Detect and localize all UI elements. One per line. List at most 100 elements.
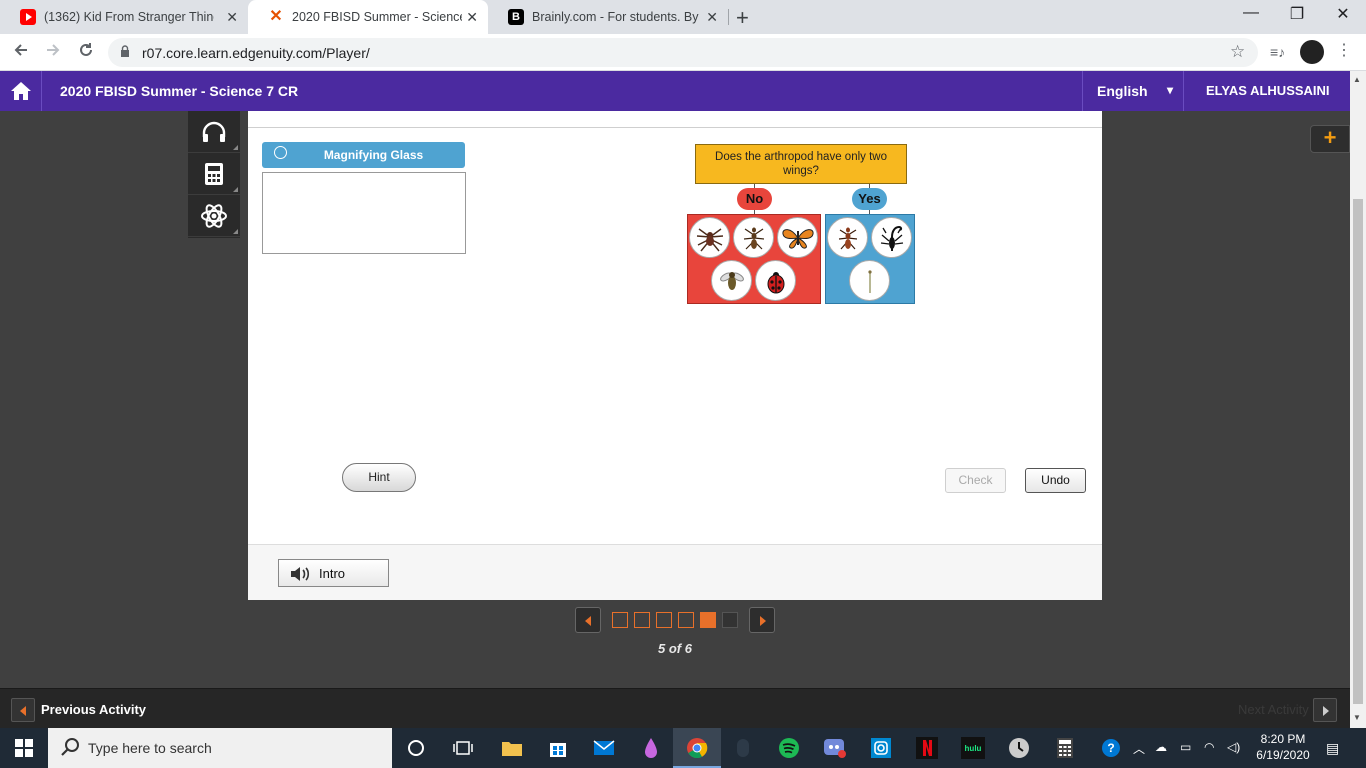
browser-tab-brainly[interactable]: B Brainly.com - For students. By student…: [488, 0, 728, 34]
no-category-box[interactable]: [687, 214, 821, 304]
user-name[interactable]: ELYAS ALHUSSAINI: [1206, 83, 1330, 98]
scrollbar-thumb[interactable]: [1353, 199, 1363, 704]
back-icon[interactable]: [12, 41, 30, 64]
file-explorer-icon[interactable]: [500, 736, 524, 760]
reload-icon[interactable]: [77, 41, 95, 64]
paint-3d-icon[interactable]: [639, 736, 663, 760]
new-tab-icon[interactable]: +: [736, 5, 749, 31]
forward-icon[interactable]: [44, 41, 62, 64]
browser-tab-strip: (1362) Kid From Stranger Things ✕ ✕ 2020…: [0, 0, 1366, 34]
scorpion-icon[interactable]: [871, 217, 912, 258]
page-square-6[interactable]: [722, 612, 738, 628]
help-icon[interactable]: ?: [1100, 736, 1124, 760]
window-close-icon[interactable]: ✕: [1320, 4, 1366, 24]
fly-icon[interactable]: [711, 260, 752, 301]
yes-category-box[interactable]: [825, 214, 915, 304]
more-menu-icon[interactable]: ⋮: [1336, 40, 1352, 60]
scroll-down-icon[interactable]: ▼: [1353, 713, 1361, 722]
media-control-icon[interactable]: ≡♪: [1270, 44, 1285, 60]
home-icon[interactable]: [0, 71, 42, 111]
page-square-1[interactable]: [612, 612, 628, 628]
tab-title: 2020 FBISD Summer - Science 7 CR: [292, 10, 462, 24]
discord-icon[interactable]: [823, 736, 847, 760]
dragonfly-icon[interactable]: [849, 260, 890, 301]
wifi-icon[interactable]: ◠: [1204, 740, 1214, 754]
intro-audio-button[interactable]: Intro: [278, 559, 389, 587]
page-square-2[interactable]: [634, 612, 650, 628]
taskbar-clock[interactable]: 8:20 PM 6/19/2020: [1250, 731, 1316, 763]
bookmark-star-icon[interactable]: ☆: [1230, 42, 1245, 62]
brainly-icon: B: [508, 9, 524, 25]
page-scrollbar[interactable]: ▲ ▼: [1350, 71, 1366, 728]
spotify-icon[interactable]: [777, 736, 801, 760]
butterfly-icon[interactable]: [777, 217, 818, 258]
previous-activity-link[interactable]: Previous Activity: [41, 702, 146, 717]
battery-icon[interactable]: ▭: [1180, 740, 1191, 754]
onedrive-icon[interactable]: ☁: [1155, 740, 1167, 754]
arrow-left-icon: [20, 706, 26, 716]
arrow-left-icon: [585, 616, 591, 626]
speaker-icon: [291, 567, 310, 581]
task-view-icon[interactable]: [451, 736, 475, 760]
answer-drop-box[interactable]: [262, 172, 466, 254]
pager-next-button[interactable]: [749, 607, 775, 633]
address-toolbar: r07.core.learn.edgenuity.com/Player/ ☆ ≡…: [0, 34, 1366, 71]
next-activity-arrow[interactable]: [1313, 698, 1337, 722]
page-square-3[interactable]: [656, 612, 672, 628]
atom-icon[interactable]: [188, 195, 240, 237]
calculator-icon[interactable]: [188, 153, 240, 195]
check-button[interactable]: Check: [945, 468, 1006, 493]
mail-icon[interactable]: [592, 736, 616, 760]
url-bar[interactable]: r07.core.learn.edgenuity.com/Player/ ☆: [108, 38, 1258, 67]
close-icon[interactable]: ✕: [706, 9, 718, 26]
chevron-down-icon: ▾: [1166, 83, 1173, 97]
alarms-clock-icon[interactable]: [1007, 736, 1031, 760]
mouse-app-icon[interactable]: [731, 736, 755, 760]
notifications-icon[interactable]: ▤: [1326, 740, 1339, 757]
magnifying-glass-option[interactable]: Magnifying Glass: [262, 142, 465, 168]
expand-plus-button[interactable]: +: [1310, 125, 1350, 153]
spider-icon[interactable]: [689, 217, 730, 258]
ant-icon[interactable]: [827, 217, 868, 258]
cortana-icon[interactable]: [404, 736, 428, 760]
minimize-icon[interactable]: —: [1228, 4, 1274, 22]
search-icon: [61, 738, 79, 756]
close-icon[interactable]: ✕: [226, 9, 238, 26]
search-placeholder: Type here to search: [88, 740, 212, 756]
browser-tab-youtube[interactable]: (1362) Kid From Stranger Things ✕: [0, 0, 248, 34]
previous-activity-arrow[interactable]: [11, 698, 35, 722]
chrome-icon[interactable]: [685, 736, 709, 760]
undo-button[interactable]: Undo: [1025, 468, 1086, 493]
headphones-icon[interactable]: [188, 111, 240, 153]
microsoft-store-icon[interactable]: [546, 736, 570, 760]
volume-icon[interactable]: ◁): [1227, 740, 1240, 754]
course-title: 2020 FBISD Summer - Science 7 CR: [60, 83, 299, 99]
close-icon[interactable]: ✕: [466, 9, 478, 26]
ladybug-icon[interactable]: [755, 260, 796, 301]
hulu-icon[interactable]: hulu: [961, 736, 985, 760]
calculator-app-icon[interactable]: [1053, 736, 1077, 760]
windows-start-icon[interactable]: [0, 728, 48, 768]
page-square-5[interactable]: [700, 612, 716, 628]
scroll-up-icon[interactable]: ▲: [1353, 75, 1361, 84]
instagram-icon[interactable]: [869, 736, 893, 760]
activity-nav-bar: Previous Activity Next Activity: [0, 688, 1350, 728]
question-box: Does the arthropod have only two wings?: [695, 144, 907, 184]
option-label: Magnifying Glass: [323, 148, 424, 162]
restore-icon[interactable]: ❐: [1274, 4, 1320, 24]
course-header: 2020 FBISD Summer - Science 7 CR English…: [0, 71, 1350, 111]
arrow-right-icon: [760, 616, 766, 626]
lock-icon: [121, 45, 129, 57]
language-select[interactable]: English ▾: [1082, 71, 1184, 111]
profile-avatar[interactable]: [1300, 40, 1324, 64]
clock-time: 8:20 PM: [1260, 732, 1306, 746]
tray-chevron-up-icon[interactable]: ︿: [1133, 740, 1145, 757]
browser-tab-edgenuity[interactable]: ✕ 2020 FBISD Summer - Science 7 CR ✕: [248, 0, 488, 34]
tab-title: Brainly.com - For students. By students.: [532, 10, 702, 24]
ant-icon[interactable]: [733, 217, 774, 258]
netflix-icon[interactable]: [915, 736, 939, 760]
taskbar-search-box[interactable]: Type here to search: [48, 728, 392, 768]
hint-button[interactable]: Hint: [342, 463, 416, 492]
page-square-4[interactable]: [678, 612, 694, 628]
pager-previous-button[interactable]: [575, 607, 601, 633]
